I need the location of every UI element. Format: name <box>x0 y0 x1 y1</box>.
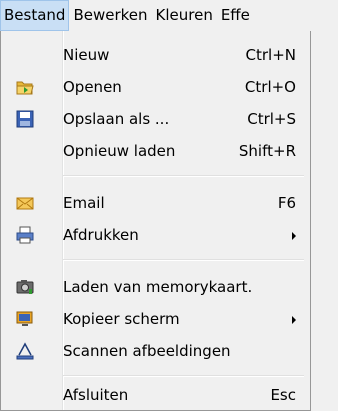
camera-icon <box>15 277 35 297</box>
menu-item-scannen-afbeeldingen[interactable]: Scannen afbeeldingen <box>1 335 310 367</box>
bestand-dropdown-menu: Nieuw Ctrl+N Openen Ctrl+O Opslaan als .… <box>0 31 311 411</box>
menu-bewerken[interactable]: Bewerken <box>69 0 151 31</box>
menu-item-label: Kopieer scherm <box>63 310 180 328</box>
menu-item-label: Email <box>63 194 105 212</box>
printer-icon <box>15 225 35 245</box>
open-folder-icon <box>15 77 35 97</box>
menu-item-label: Opslaan als ... <box>63 110 170 128</box>
menu-item-laden-memorykaart[interactable]: Laden van memorykaart. <box>1 271 310 303</box>
menu-item-openen[interactable]: Openen Ctrl+O <box>1 71 310 103</box>
menu-effecten[interactable]: Effe <box>217 0 254 31</box>
menu-item-label: Afsluiten <box>63 386 129 404</box>
menu-separator <box>63 259 304 261</box>
submenu-arrow-icon <box>292 232 296 240</box>
menu-item-label: Scannen afbeeldingen <box>63 342 231 360</box>
menu-item-shortcut: Ctrl+O <box>244 78 296 96</box>
submenu-arrow-icon <box>292 316 296 324</box>
menu-item-opslaan-als[interactable]: Opslaan als ... Ctrl+S <box>1 103 310 135</box>
menu-bestand[interactable]: Bestand <box>0 0 70 31</box>
menu-item-label: Afdrukken <box>63 226 139 244</box>
menu-separator <box>63 375 304 377</box>
menu-item-shortcut: Shift+R <box>238 142 296 160</box>
menu-kleuren[interactable]: Kleuren <box>152 0 217 31</box>
save-icon <box>15 109 35 129</box>
menu-item-afsluiten[interactable]: Afsluiten Esc <box>1 379 310 411</box>
menu-item-opnieuw-laden[interactable]: Opnieuw laden Shift+R <box>1 135 310 167</box>
screen-copy-icon <box>15 309 35 329</box>
menu-item-kopieer-scherm[interactable]: Kopieer scherm <box>1 303 310 335</box>
scanner-icon <box>15 341 35 361</box>
menu-item-label: Openen <box>63 78 122 96</box>
menu-bar: Bestand Bewerken Kleuren Effe <box>0 0 338 31</box>
menu-item-shortcut: Esc <box>270 386 296 404</box>
menu-item-shortcut: F6 <box>277 194 296 212</box>
menu-item-label: Opnieuw laden <box>63 142 176 160</box>
menu-item-afdrukken[interactable]: Afdrukken <box>1 219 310 251</box>
email-icon <box>15 193 35 213</box>
menu-item-shortcut: Ctrl+N <box>245 46 296 64</box>
menu-item-nieuw[interactable]: Nieuw Ctrl+N <box>1 39 310 71</box>
menu-item-shortcut: Ctrl+S <box>247 110 296 128</box>
menu-item-label: Nieuw <box>63 46 110 64</box>
menu-separator <box>63 175 304 177</box>
menu-item-email[interactable]: Email F6 <box>1 187 310 219</box>
menu-item-label: Laden van memorykaart. <box>63 278 253 296</box>
